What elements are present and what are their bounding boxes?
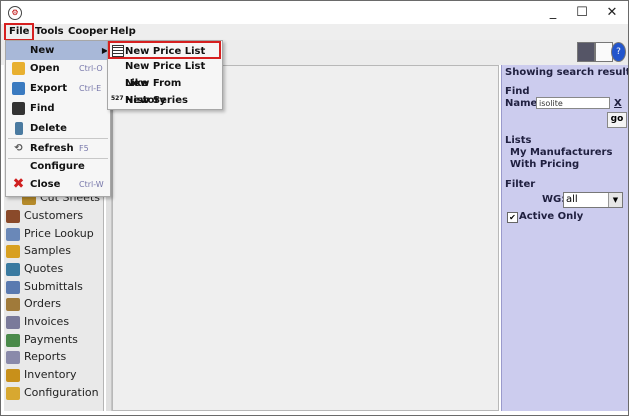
user-icon[interactable] <box>577 42 595 62</box>
menu-file[interactable]: File <box>4 23 35 41</box>
nav-item-label: Invoices <box>24 315 70 328</box>
find-label: Find <box>505 86 530 97</box>
shortcut-label: Ctrl-E <box>79 84 102 93</box>
file-menu-open[interactable]: Open Ctrl-O <box>6 59 110 78</box>
file-menu-close[interactable]: ✖ Close Ctrl-W <box>6 175 110 194</box>
nav-item-label: Quotes <box>24 262 64 275</box>
menu-item-label: Export <box>30 83 68 94</box>
price-lookup-icon <box>6 227 20 241</box>
new-submenu: New Price List New Price List Like New F… <box>107 40 223 110</box>
submenu-new-price-list-like[interactable]: New Price List Like <box>108 58 222 89</box>
nav-item-label: Configuration <box>24 386 99 399</box>
series-icon: 527 <box>111 95 124 102</box>
app-logo-icon: ⚙ <box>8 6 22 20</box>
wg-label: WG: <box>542 194 566 205</box>
menu-item-label: Refresh <box>30 143 74 154</box>
configuration-icon <box>6 386 20 400</box>
payments-icon <box>6 333 20 347</box>
refresh-icon: ⟲ <box>14 143 23 154</box>
file-menu-new[interactable]: New ▶ <box>6 41 110 60</box>
file-menu-delete[interactable]: Delete <box>6 119 110 138</box>
wg-select-value: all <box>566 194 578 205</box>
nav-item-label: Submittals <box>24 280 83 293</box>
nav-item-label: Payments <box>24 333 78 346</box>
close-window-button[interactable]: ✕ <box>598 4 626 22</box>
nav-item-invoices[interactable]: Invoices <box>6 313 69 330</box>
samples-icon <box>6 244 20 258</box>
lists-label: Lists <box>505 135 532 146</box>
shortcut-label: F5 <box>79 144 89 153</box>
nav-item-customers[interactable]: Customers <box>6 207 83 224</box>
shortcut-label: Ctrl-W <box>79 180 104 189</box>
nav-item-label: Reports <box>24 350 67 363</box>
file-menu-find[interactable]: Find <box>6 99 110 118</box>
nav-item-label: Orders <box>24 297 61 310</box>
nav-item-label: Samples <box>24 244 71 257</box>
trash-icon <box>15 122 23 135</box>
nav-item-payments[interactable]: Payments <box>6 331 78 348</box>
binoculars-icon <box>12 102 25 115</box>
nav-item-submittals[interactable]: Submittals <box>6 278 83 295</box>
nav-item-label: Price Lookup <box>24 227 94 240</box>
search-panel: Showing search results Find Name: isolit… <box>501 65 628 411</box>
menu-item-label: New <box>30 45 55 56</box>
folder-open-icon <box>12 62 25 75</box>
file-menu-export[interactable]: Export Ctrl-E <box>6 79 110 98</box>
menu-tools[interactable]: Tools <box>32 25 67 39</box>
orders-icon <box>6 297 20 311</box>
nav-item-samples[interactable]: Samples <box>6 242 71 259</box>
customers-icon <box>6 209 20 223</box>
active-only-label: Active Only <box>519 211 584 222</box>
active-only-checkbox[interactable]: ✔ <box>507 212 518 223</box>
menu-item-label: Open <box>30 63 60 74</box>
nav-item-configuration[interactable]: Configuration <box>6 384 99 401</box>
file-menu: New ▶ Open Ctrl-O Export Ctrl-E Find Del… <box>5 40 111 197</box>
submenu-new-series[interactable]: 527 New Series <box>108 92 222 109</box>
nav-item-price-lookup[interactable]: Price Lookup <box>6 225 94 242</box>
submenu-new-price-list[interactable]: New Price List <box>108 41 221 59</box>
name-search-input[interactable]: isolite <box>536 97 610 109</box>
close-x-icon: ✖ <box>12 176 25 192</box>
nav-item-reports[interactable]: Reports <box>6 348 66 365</box>
inventory-icon <box>6 368 20 382</box>
go-button[interactable]: go <box>607 112 627 128</box>
submenu-new-from-history[interactable]: New From History <box>108 75 222 106</box>
reports-icon <box>6 350 20 364</box>
menu-item-label: Close <box>30 179 61 190</box>
menu-help[interactable]: Help <box>107 25 139 39</box>
filter-label: Filter <box>505 179 536 190</box>
shortcut-label: Ctrl-O <box>79 64 103 73</box>
nav-item-quotes[interactable]: Quotes <box>6 260 63 277</box>
file-menu-refresh[interactable]: ⟲ Refresh F5 <box>6 139 110 158</box>
clear-search-button[interactable]: X <box>614 98 622 109</box>
maximize-button[interactable]: ☐ <box>568 4 596 22</box>
menu-cooper[interactable]: Cooper <box>65 25 111 39</box>
submittals-icon <box>6 280 20 294</box>
quotes-icon <box>6 262 20 276</box>
menu-item-label: Delete <box>30 123 67 134</box>
nav-item-inventory[interactable]: Inventory <box>6 366 77 383</box>
export-icon <box>12 82 25 95</box>
wg-select[interactable]: all ▼ <box>563 192 623 208</box>
menu-item-label: Find <box>30 103 55 114</box>
list-link-my-manufacturers[interactable]: My Manufacturers <box>510 147 612 158</box>
chevron-down-icon: ▼ <box>608 193 622 207</box>
file-menu-configure[interactable]: Configure <box>6 157 110 176</box>
list-link-with-pricing[interactable]: With Pricing <box>510 159 579 170</box>
menu-item-label: Configure <box>30 161 85 172</box>
help-icon[interactable]: ? <box>611 42 626 62</box>
invoices-icon <box>6 315 20 329</box>
app-window: ⚙ _ ☐ ✕ File Tools Cooper Help ? Cut She… <box>0 0 629 416</box>
nav-item-label: Inventory <box>24 368 77 381</box>
menu-bar: File Tools Cooper Help <box>1 23 628 41</box>
nav-item-label: Customers <box>24 209 84 222</box>
minimize-button[interactable]: _ <box>539 4 567 22</box>
title-bar: ⚙ _ ☐ ✕ <box>1 1 628 24</box>
grid-icon <box>112 45 124 57</box>
search-panel-heading: Showing search results <box>505 67 629 78</box>
menu-item-label: New Series <box>125 95 188 106</box>
content-pane <box>112 65 499 411</box>
nav-item-orders[interactable]: Orders <box>6 295 61 312</box>
